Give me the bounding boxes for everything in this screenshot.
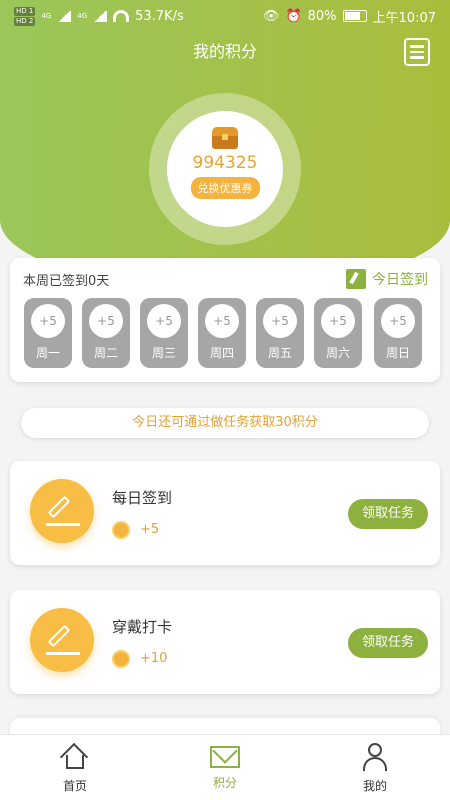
task-card: 穿戴打卡 +10 领取任务: [10, 590, 440, 694]
treasure-chest-icon: [212, 127, 238, 149]
points-circle: 994325 兑换优惠券: [167, 111, 283, 227]
pen-icon: [30, 608, 94, 672]
menu-icon[interactable]: [404, 38, 430, 66]
day-item[interactable]: +5 周五: [256, 298, 304, 368]
day-name: 周六: [325, 346, 350, 360]
tab-label: 我的: [362, 779, 387, 793]
tab-label: 首页: [62, 779, 87, 793]
task-title: 每日签到: [112, 489, 173, 507]
tab-label: 积分: [212, 776, 237, 790]
exchange-coupon-button[interactable]: 兑换优惠券: [190, 177, 260, 199]
day-name: 周一: [35, 346, 60, 360]
signal-icon: [93, 10, 108, 22]
coin-icon: [112, 650, 130, 668]
points-value: 994325: [192, 153, 258, 173]
day-item[interactable]: +5 周三: [140, 298, 188, 368]
status-bar: HD 1 HD 2 4G 4G 53.7K/s 👁 ⏰ 80% 上午10:07: [0, 0, 450, 32]
day-name: 周三: [151, 346, 176, 360]
claim-task-button[interactable]: 领取任务: [348, 499, 428, 529]
network-type: 4G: [77, 12, 88, 20]
day-item[interactable]: +5 周二: [82, 298, 130, 368]
mail-icon: [210, 746, 240, 768]
day-name: 周二: [93, 346, 118, 360]
task-card: 每日签到 +5 领取任务: [10, 461, 440, 565]
pen-icon: [30, 479, 94, 543]
day-item[interactable]: +5 周日: [374, 298, 422, 368]
signin-card: 本周已签到0天 今日签到 +5 周一 +5 周二 +5 周三 +5 周四 +5 …: [10, 258, 440, 382]
coin-icon: [112, 521, 130, 539]
day-reward: +5: [31, 304, 65, 338]
tab-home[interactable]: 首页: [0, 735, 150, 800]
day-reward: +5: [89, 304, 123, 338]
day-reward: +5: [263, 304, 297, 338]
battery-icon: [342, 10, 367, 22]
day-reward: +5: [147, 304, 181, 338]
today-signin-button[interactable]: 今日签到: [346, 269, 428, 289]
task-tip-banner: 今日还可通过做任务获取30积分: [21, 408, 429, 438]
week-signin-count: 本周已签到0天: [23, 274, 110, 289]
bottom-tab-bar: 首页 积分 我的: [0, 734, 450, 800]
day-item[interactable]: +5 周四: [198, 298, 246, 368]
task-title: 穿戴打卡: [112, 618, 173, 636]
edit-check-icon: [346, 269, 366, 289]
day-reward: +5: [205, 304, 239, 338]
network-speed: 53.7K/s: [135, 8, 184, 24]
page-title: 我的积分: [192, 42, 257, 61]
claim-task-button[interactable]: 领取任务: [348, 628, 428, 658]
day-reward: +5: [321, 304, 355, 338]
alarm-icon: ⏰: [285, 8, 302, 24]
eye-icon: 👁: [262, 8, 280, 24]
day-reward: +5: [381, 304, 415, 338]
day-name: 周日: [385, 346, 410, 360]
network-type: 4G: [41, 12, 52, 20]
home-icon: [59, 742, 89, 772]
user-icon: [361, 743, 389, 771]
tab-points[interactable]: 积分: [150, 735, 300, 800]
signal-label: HD 2: [14, 16, 36, 26]
task-reward: +5: [140, 522, 160, 537]
battery-percent: 80%: [307, 8, 337, 24]
clock-time: 上午10:07: [372, 10, 436, 26]
day-name: 周四: [209, 346, 234, 360]
wifi-icon: [113, 10, 130, 22]
signal-icon: [57, 10, 72, 22]
tab-mine[interactable]: 我的: [300, 735, 450, 800]
day-item[interactable]: +5 周一: [24, 298, 72, 368]
day-item[interactable]: +5 周六: [314, 298, 362, 368]
today-signin-label: 今日签到: [372, 272, 428, 288]
task-reward: +10: [140, 651, 168, 666]
signal-label: HD 1: [14, 6, 36, 16]
day-name: 周五: [267, 346, 292, 360]
